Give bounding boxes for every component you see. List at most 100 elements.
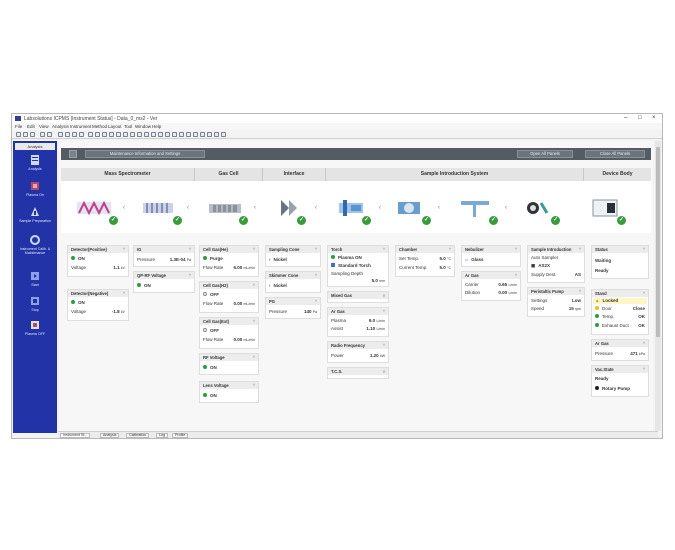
card-header[interactable]: QP-RF Voltage ^ [134,272,194,279]
chevron-up-icon[interactable]: ^ [123,246,125,253]
chevron-up-icon[interactable]: ^ [315,272,317,279]
tab-profile[interactable]: Profile [172,433,189,438]
card-header[interactable]: PG ^ [266,298,320,305]
chevron-up-icon[interactable]: ^ [579,246,581,253]
card-header[interactable]: Stand ^ [592,290,648,297]
card-header[interactable]: Lens Voltage ^ [200,382,258,389]
card-header[interactable]: Radio Frequency ^ [328,342,388,349]
file-menu[interactable]: File [15,124,22,129]
vertical-scrollbar[interactable] [655,141,661,431]
toolbar-button-11[interactable] [95,132,100,137]
chevron-up-icon[interactable]: ^ [643,290,645,297]
toolbar-button-15[interactable] [123,132,128,137]
sidebar-item-sample-preparation[interactable]: Sample Preparation [13,205,57,229]
toolbar-button-28[interactable] [214,132,219,137]
toolbar-button-24[interactable] [186,132,191,137]
card-header[interactable]: Ar Gas ^ [462,272,520,279]
toolbar-button-3[interactable] [30,132,35,137]
chevron-up-icon[interactable]: ^ [449,246,451,253]
toolbar-button-1[interactable] [16,132,21,137]
card-header[interactable]: T.C.S. v [328,368,388,375]
chevron-up-icon[interactable]: ^ [579,288,581,295]
open-all-panels-button[interactable]: Open All Panels [517,150,573,158]
card-header[interactable]: Nebulizer ^ [462,246,520,253]
chevron-up-icon[interactable]: ^ [189,272,191,279]
analysis-menu[interactable]: Analysis [52,124,69,129]
chevron-up-icon[interactable]: ^ [643,366,645,373]
tool-menu[interactable]: Tool [124,124,132,129]
toolbar-button-26[interactable] [200,132,205,137]
toolbar-button-5[interactable] [47,132,52,137]
card-header[interactable]: RF Voltage ^ [200,354,258,361]
card-header[interactable]: Torch ^ [328,246,388,253]
help-toolbar-button[interactable] [221,132,226,137]
sidebar-item-analysis[interactable]: Analysis [13,153,57,177]
chevron-up-icon[interactable]: ^ [189,246,191,253]
sidebar-item-plasma-on[interactable]: Plasma On [13,179,57,203]
layout-menu[interactable]: Layout [108,124,122,129]
chevron-up-icon[interactable]: ^ [515,246,517,253]
chevron-up-icon[interactable]: ^ [123,290,125,297]
card-header[interactable]: IG ^ [134,246,194,253]
scrollbar-thumb[interactable] [656,147,660,337]
chevron-up-icon[interactable]: ^ [383,342,385,349]
chevron-up-icon[interactable]: ^ [643,246,645,253]
toolbar-button-13[interactable] [109,132,114,137]
card-header[interactable]: Vac.State ^ [592,366,648,373]
card-header[interactable]: Sample Introduction ^ [528,246,584,253]
close-all-panels-button[interactable]: Close All Panels [585,150,645,158]
chevron-up-icon[interactable]: ^ [315,298,317,305]
toolbar-button-17[interactable] [137,132,142,137]
tab-analysis[interactable]: Analysis [100,433,120,438]
chevron-up-icon[interactable]: ^ [315,246,317,253]
tab-instrument-status[interactable]: Instrument St... [60,433,91,438]
maximize-icon[interactable]: □ [638,115,642,121]
window-menu[interactable]: Window [135,124,151,129]
card-header[interactable]: Cell Gas(H2) ^ [200,282,258,289]
chevron-up-icon[interactable]: ^ [383,246,385,253]
card-header[interactable]: Cell Gas(Ext) ^ [200,318,258,325]
card-header[interactable]: Chamber ^ [396,246,454,253]
toolbar-button-7[interactable] [65,132,70,137]
sidebar-item-stop[interactable]: Stop [13,294,57,318]
view-menu[interactable]: View [39,124,49,129]
toolbar-button-4[interactable] [40,132,45,137]
sidebar-item-maintenance[interactable]: Instrument Calib. & Maintenance [13,233,57,257]
toolbar-button-9[interactable] [79,132,84,137]
help-menu[interactable]: Help [152,124,161,129]
chevron-down-icon[interactable]: v [383,292,385,299]
toolbar-button-27[interactable] [207,132,212,137]
chevron-up-icon[interactable]: ^ [253,382,255,389]
chevron-up-icon[interactable]: ^ [253,354,255,361]
toolbar-button-25[interactable] [193,132,198,137]
minimize-icon[interactable]: – [624,115,627,121]
toolbar-button-19[interactable] [151,132,156,137]
toolbar-button-8[interactable] [72,132,77,137]
instrument-menu[interactable]: Instrument [70,124,91,129]
method-menu[interactable]: Method [92,124,107,129]
chevron-up-icon[interactable]: ^ [515,272,517,279]
toolbar-button-12[interactable] [102,132,107,137]
toolbar-button-10[interactable] [88,132,93,137]
card-header[interactable]: Status ^ [592,246,648,253]
maintenance-info-button[interactable]: Maintenance Information and Settings [85,150,205,158]
card-header[interactable]: Cell Gas(He) ^ [200,246,258,253]
settings-icon[interactable] [69,150,77,158]
edit-menu[interactable]: Edit [27,124,35,129]
chevron-up-icon[interactable]: ^ [253,246,255,253]
toolbar-button-2[interactable] [23,132,28,137]
tab-calibration[interactable]: Calibration [126,433,150,438]
toolbar-button-16[interactable] [130,132,135,137]
toolbar-button-21[interactable] [165,132,170,137]
chevron-up-icon[interactable]: ^ [383,308,385,315]
card-header[interactable]: Detector(Negative) ^ [68,290,128,297]
tab-log[interactable]: Log [156,433,168,438]
chevron-up-icon[interactable]: ^ [643,340,645,347]
toolbar-button-20[interactable] [158,132,163,137]
card-header[interactable]: Ar Gas ^ [592,340,648,347]
card-header[interactable]: Peristaltic Pump ^ [528,288,584,295]
card-header[interactable]: Mixed Gas v [328,292,388,299]
sidebar-item-plasma-off[interactable]: Plasma OFF [13,318,57,342]
toolbar-button-23[interactable] [179,132,184,137]
card-header[interactable]: Skimmer Cone ^ [266,272,320,279]
